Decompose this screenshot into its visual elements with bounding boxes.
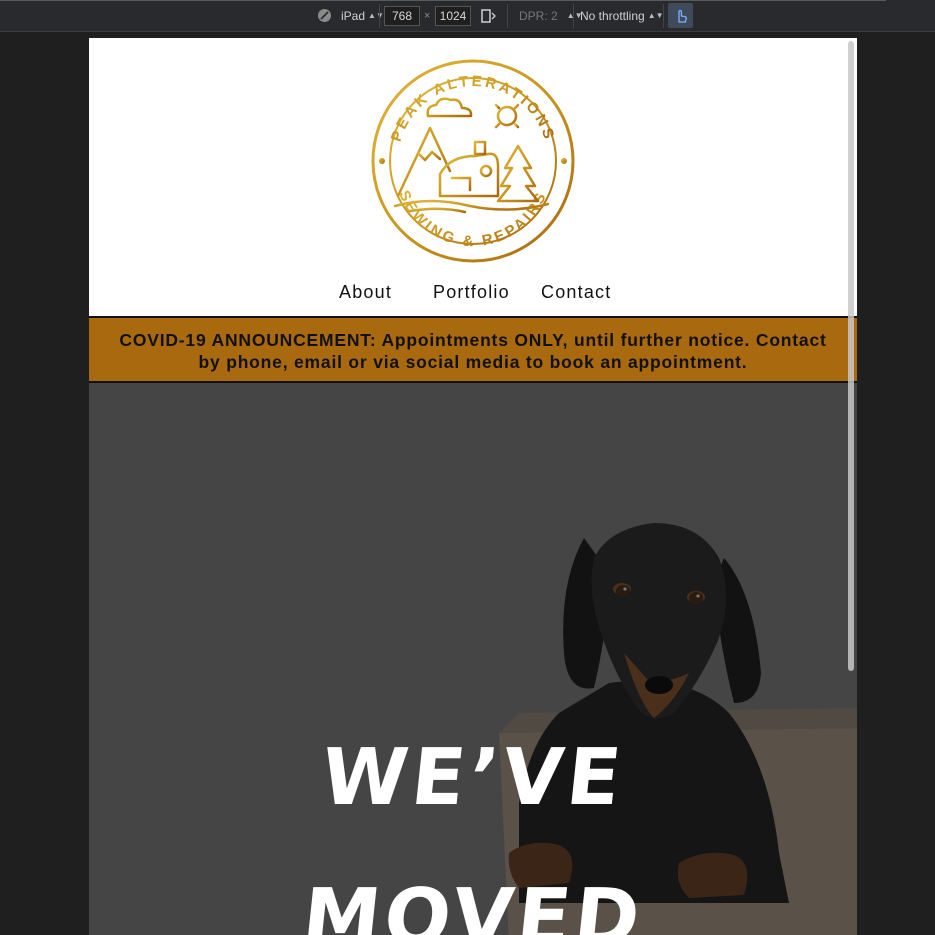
site-header: PEAK ALTERATIONS SEWING & REPAIRS About … xyxy=(89,38,857,316)
touch-icon[interactable] xyxy=(668,3,693,28)
throttling-select[interactable]: No throttling ▲▼ xyxy=(580,0,664,31)
hero-title-line-2: MOVED xyxy=(298,873,648,935)
main-navigation: About Portfolio Contact xyxy=(89,282,857,312)
scrollbar-thumb[interactable] xyxy=(848,41,854,671)
throttling-caret-icon: ▲▼ xyxy=(647,11,664,20)
throttling-label: No throttling xyxy=(580,8,645,23)
device-mode-icon[interactable] xyxy=(317,0,332,31)
nav-about[interactable]: About xyxy=(339,282,392,303)
svg-text:SEWING & REPAIRS: SEWING & REPAIRS xyxy=(395,188,551,250)
dimension-times: × xyxy=(424,9,431,22)
device-caret-icon: ▲▼ xyxy=(368,11,384,20)
device-select[interactable]: iPad ▲▼ xyxy=(341,0,384,31)
hero-section: WE’VE MOVED xyxy=(89,383,857,935)
toolbar-separator xyxy=(379,4,380,28)
height-input[interactable]: 1024 xyxy=(435,6,471,26)
hero-title-line-1: WE’VE xyxy=(316,733,630,823)
toolbar-separator xyxy=(573,4,574,28)
toolbar-top-border xyxy=(0,0,886,1)
width-value: 768 xyxy=(391,9,413,23)
dog-photo xyxy=(499,523,857,935)
devtools-device-toolbar: iPad ▲▼ 768 × 1024 DPR: 2 ▲▼ No throttling… xyxy=(0,0,935,32)
dpr-label: DPR: 2 xyxy=(519,8,558,23)
toolbar-separator xyxy=(507,4,508,28)
announcement-line-2: by phone, email or via social media to b… xyxy=(198,352,748,372)
nav-contact[interactable]: Contact xyxy=(541,282,611,303)
toolbar-separator xyxy=(663,4,664,28)
announcement-line-1: COVID-19 ANNOUNCEMENT: Appointments ONLY… xyxy=(119,330,827,350)
covid-announcement-banner: COVID-19 ANNOUNCEMENT: Appointments ONLY… xyxy=(89,316,857,383)
device-select-label: iPad xyxy=(341,8,366,23)
page-viewport: PEAK ALTERATIONS SEWING & REPAIRS About … xyxy=(89,38,857,935)
logo-bottom-text: SEWING & REPAIRS xyxy=(395,188,548,250)
peak-alterations-logo[interactable]: PEAK ALTERATIONS SEWING & REPAIRS xyxy=(370,56,576,266)
height-value: 1024 xyxy=(439,9,467,23)
logo-top-text: PEAK ALTERATIONS xyxy=(388,73,555,144)
nav-portfolio[interactable]: Portfolio xyxy=(433,282,510,303)
width-input[interactable]: 768 xyxy=(384,6,420,26)
page-scrollbar[interactable] xyxy=(846,38,857,935)
svg-text:PEAK ALTERATIONS: PEAK ALTERATIONS xyxy=(388,73,558,144)
rotate-icon[interactable] xyxy=(480,0,496,31)
